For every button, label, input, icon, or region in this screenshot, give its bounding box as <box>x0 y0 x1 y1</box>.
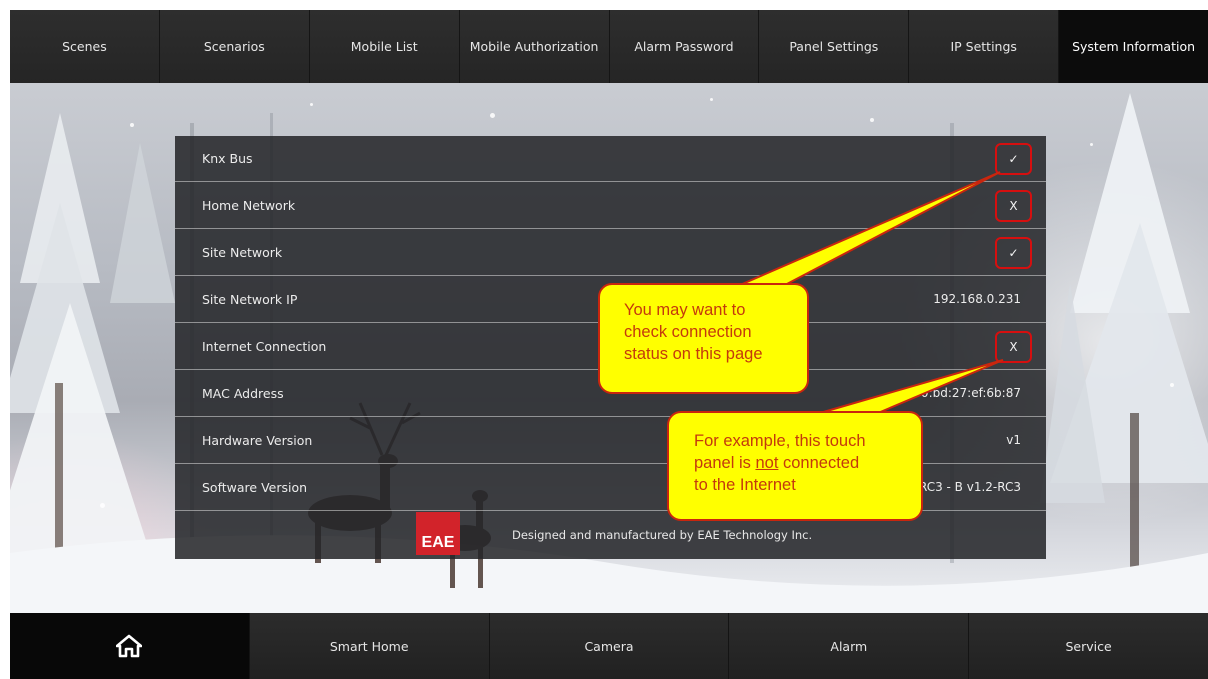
row-label: Home Network <box>202 198 296 213</box>
snowflake <box>310 103 313 106</box>
tab-panel-settings[interactable]: Panel Settings <box>759 10 910 83</box>
callout-text: connected <box>778 454 860 472</box>
home-icon <box>116 634 143 658</box>
callout-text: panel is <box>694 454 756 472</box>
mac-address-value: 00:bd:27:ef:6b:87 <box>913 386 1021 400</box>
row-label: Software Version <box>202 480 308 495</box>
knx-bus-status-check-icon: ✓ <box>995 143 1032 175</box>
callout-line: panel is not connected <box>694 452 921 474</box>
manufacturer-credit: Designed and manufactured by EAE Technol… <box>512 528 813 542</box>
snowflake <box>870 118 874 122</box>
hardware-version-value: v1 <box>1006 433 1021 447</box>
row-label: Site Network IP <box>202 292 298 307</box>
software-version-value: RC3 - B v1.2-RC3 <box>918 480 1021 494</box>
tab-scenes[interactable]: Scenes <box>10 10 160 83</box>
callout-underlined-text: not <box>755 454 779 472</box>
home-button[interactable] <box>10 613 250 679</box>
tab-mobile-list[interactable]: Mobile List <box>309 10 460 83</box>
nav-alarm[interactable]: Alarm <box>729 613 970 679</box>
tab-system-information[interactable]: System Information <box>1059 10 1208 83</box>
snowflake <box>490 113 495 118</box>
snowflake <box>1090 143 1093 146</box>
info-row-site-network: Site Network ✓ <box>175 230 1046 276</box>
top-navigation: Scenes Scenarios Mobile List Mobile Auth… <box>10 10 1208 83</box>
internet-connection-status-x-icon: X <box>995 331 1032 363</box>
snowflake <box>100 503 105 508</box>
tab-ip-settings[interactable]: IP Settings <box>909 10 1060 83</box>
row-label: Site Network <box>202 245 283 260</box>
tab-scenarios[interactable]: Scenarios <box>159 10 310 83</box>
callout-line: check connection <box>624 323 752 341</box>
callout-line: status on this page <box>624 345 763 363</box>
callout-line: For example, this touch <box>694 432 866 450</box>
nav-smart-home[interactable]: Smart Home <box>249 613 490 679</box>
annotation-callout-connection-status: You may want to check connection status … <box>598 283 809 394</box>
info-row-home-network: Home Network X <box>175 183 1046 229</box>
snowflake <box>710 98 713 101</box>
snowflake <box>130 123 134 127</box>
tab-mobile-authorization[interactable]: Mobile Authorization <box>459 10 610 83</box>
nav-camera[interactable]: Camera <box>489 613 730 679</box>
callout-line: You may want to <box>624 301 746 319</box>
row-label: Hardware Version <box>202 433 313 448</box>
eae-logo: EAE <box>416 512 460 555</box>
bottom-navigation: Smart Home Camera Alarm Service <box>10 613 1208 679</box>
row-label: Internet Connection <box>202 339 327 354</box>
home-network-status-x-icon: X <box>995 190 1032 222</box>
row-label: Knx Bus <box>202 151 253 166</box>
site-network-status-check-icon: ✓ <box>995 237 1032 269</box>
row-label: MAC Address <box>202 386 284 401</box>
info-row-knx-bus: Knx Bus ✓ <box>175 136 1046 182</box>
site-network-ip-value: 192.168.0.231 <box>933 292 1021 306</box>
tab-alarm-password[interactable]: Alarm Password <box>609 10 760 83</box>
nav-service[interactable]: Service <box>969 613 1208 679</box>
callout-line: to the Internet <box>694 476 796 494</box>
snowflake <box>1170 383 1174 387</box>
annotation-callout-not-connected: For example, this touch panel is not con… <box>667 411 923 521</box>
